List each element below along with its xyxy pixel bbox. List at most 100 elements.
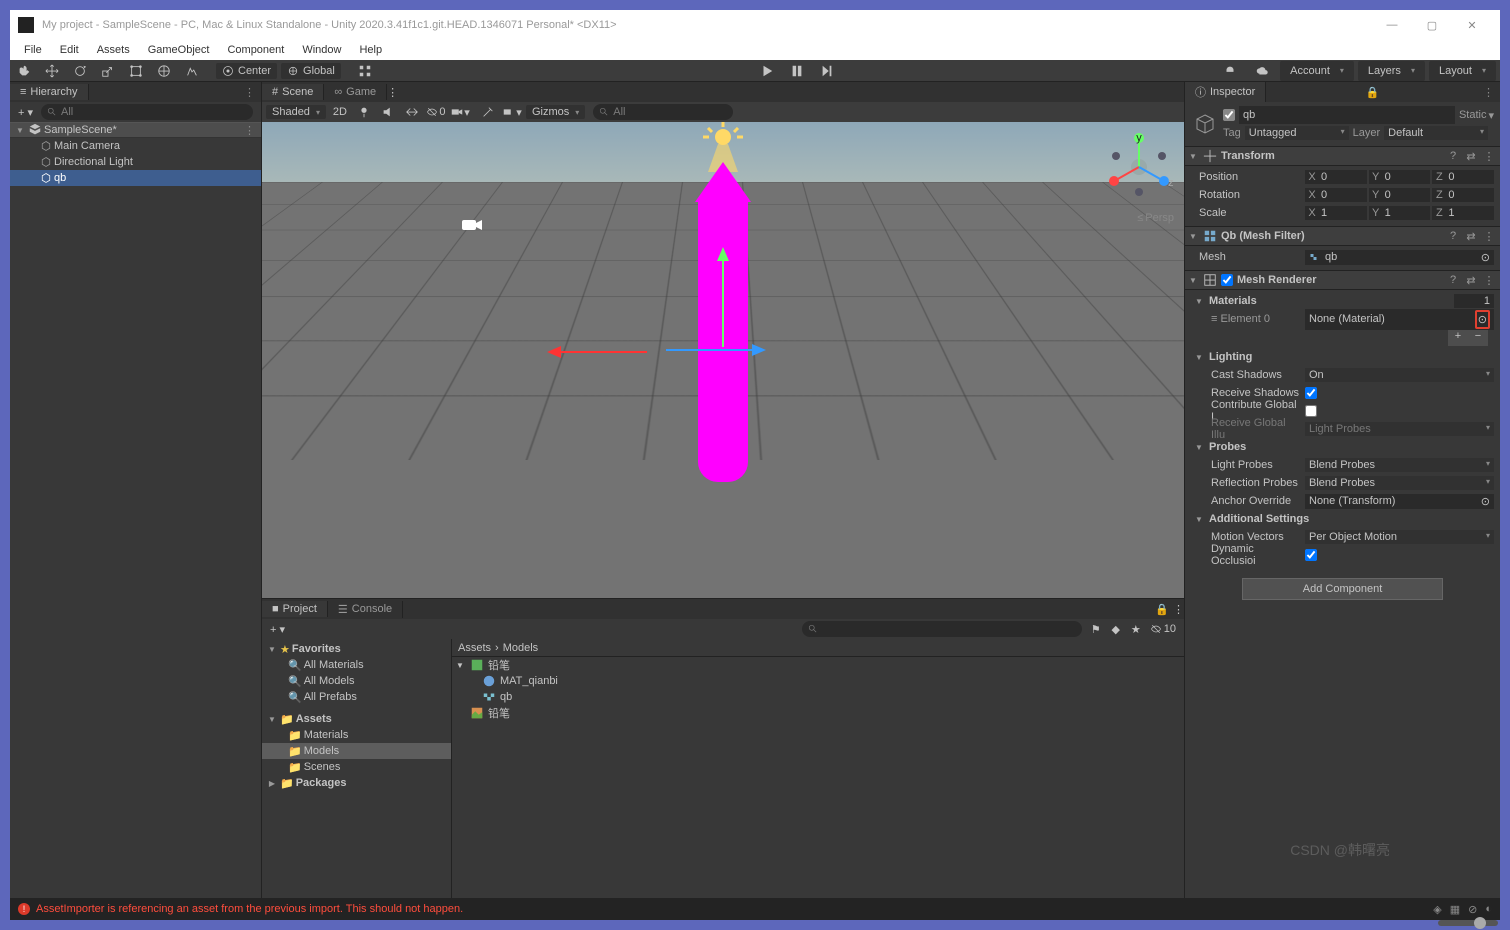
scale-x-field[interactable]: X1 [1305,206,1367,220]
tab-scene[interactable]: # Scene [262,84,324,100]
scene-search-input[interactable]: All [593,104,733,120]
transform-component-header[interactable]: ▼ Transform ? ⇄ ⋮ [1185,146,1500,166]
shading-mode-dropdown[interactable]: Shaded [266,105,326,119]
materials-remove-button[interactable]: − [1468,330,1488,346]
project-create-button[interactable]: + ▾ [266,623,289,636]
pivot-toggle[interactable]: Center [216,63,277,79]
light-probes-dropdown[interactable]: Blend Probes [1305,458,1494,472]
status-icon-2[interactable]: ▦ [1450,903,1460,916]
pause-button[interactable] [783,61,811,81]
scene-context-icon[interactable]: ⋮ [244,124,255,137]
rect-tool-icon[interactable] [122,61,150,81]
hierarchy-item-main-camera[interactable]: Main Camera [10,138,261,154]
tab-hierarchy[interactable]: ≡ Hierarchy [10,84,89,100]
materials-foldout[interactable]: ▼Materials 1 [1191,292,1494,310]
material-picker-icon[interactable]: ⊙ [1475,310,1490,329]
inspector-menu-icon[interactable]: ⋮ [1483,86,1494,99]
inspector-lock-icon[interactable]: 🔒 [1366,86,1380,99]
gameobject-name-field[interactable] [1239,106,1455,124]
hierarchy-item-qb[interactable]: qb [10,170,261,186]
project-search-input[interactable] [802,621,1082,637]
transform-tool-icon[interactable] [150,61,178,81]
menu-component[interactable]: Component [219,42,292,58]
position-y-field[interactable]: Y0 [1369,170,1431,184]
material-element0-field[interactable]: None (Material) ⊙ [1305,309,1494,330]
layers-dropdown[interactable]: Layers [1358,61,1425,81]
gameobject-cube-icon[interactable] [1191,110,1219,138]
hidden-packages-count[interactable]: 10 [1146,623,1180,635]
custom-tool-icon[interactable] [178,61,206,81]
scene-camera-icon[interactable]: ▾ [450,103,470,121]
preset-icon[interactable]: ⇄ [1464,230,1478,243]
anchor-override-field[interactable]: None (Transform)⊙ [1305,494,1494,509]
fav-all-models[interactable]: 🔍 All Models [262,673,451,689]
asset-qb-mesh[interactable]: qb [452,689,1184,705]
add-component-button[interactable]: Add Component [1242,578,1444,600]
dynamic-occlusion-checkbox[interactable] [1305,549,1317,561]
hierarchy-create-button[interactable]: + ▾ [14,106,37,119]
cloud-icon[interactable] [1248,61,1276,81]
account-dropdown[interactable]: Account [1280,61,1354,81]
menu-gameobject[interactable]: GameObject [140,42,218,58]
layout-dropdown[interactable]: Layout [1429,61,1496,81]
receive-shadows-checkbox[interactable] [1305,387,1317,399]
maximize-button[interactable]: ▢ [1412,19,1452,32]
move-gizmo-y-icon[interactable] [713,247,733,347]
move-gizmo-x-icon[interactable] [547,342,647,362]
tab-project[interactable]: ■ Project [262,601,328,617]
status-icon-1[interactable]: ◈ [1433,903,1441,916]
search-by-label-icon[interactable]: ◆ [1106,623,1126,636]
motion-vectors-dropdown[interactable]: Per Object Motion [1305,530,1494,544]
asset-mat-qianbi[interactable]: MAT_qianbi [452,673,1184,689]
tab-inspector[interactable]: ⓘ Inspector [1185,82,1266,102]
hidden-count[interactable]: 0 [426,103,446,121]
gizmos-dropdown[interactable]: Gizmos [526,105,585,119]
preset-icon[interactable]: ⇄ [1464,274,1478,287]
object-picker-icon[interactable]: ⊙ [1481,251,1490,264]
handle-rotation-toggle[interactable]: Global [281,63,341,79]
folder-materials[interactable]: 📁 Materials [262,727,451,743]
component-menu-icon[interactable]: ⋮ [1482,230,1496,243]
materials-add-button[interactable]: + [1448,330,1468,346]
hierarchy-search-input[interactable]: All [41,104,253,120]
2d-toggle[interactable]: 2D [330,103,350,121]
scene-tools-icon[interactable] [478,103,498,121]
position-x-field[interactable]: X0 [1305,170,1367,184]
menu-file[interactable]: File [16,42,50,58]
component-menu-icon[interactable]: ⋮ [1482,150,1496,163]
asset-pencil-model[interactable]: ▼铅笔 [452,657,1184,673]
probes-foldout[interactable]: ▼Probes [1191,438,1494,456]
mesh-object-field[interactable]: qb ⊙ [1305,250,1494,265]
scale-z-field[interactable]: Z1 [1432,206,1494,220]
layer-dropdown[interactable]: Default [1384,126,1488,140]
collab-icon[interactable] [1216,61,1244,81]
snap-toggle-icon[interactable] [351,61,379,81]
tab-console[interactable]: ☰ Console [328,601,403,618]
hierarchy-item-directional-light[interactable]: Directional Light [10,154,261,170]
favorites-header[interactable]: ▼★Favorites [262,641,451,657]
hierarchy-scene-row[interactable]: ▼ SampleScene* ⋮ [10,122,261,138]
static-dropdown[interactable]: Static ▾ [1459,109,1494,122]
folder-models[interactable]: 📁 Models [262,743,451,759]
fav-all-materials[interactable]: 🔍 All Materials [262,657,451,673]
projection-label[interactable]: Persp [1137,212,1174,224]
lighting-toggle-icon[interactable] [354,103,374,121]
preset-icon[interactable]: ⇄ [1464,150,1478,163]
scale-tool-icon[interactable] [94,61,122,81]
lighting-foldout[interactable]: ▼Lighting [1191,348,1494,366]
gameobject-active-checkbox[interactable] [1223,109,1235,121]
rotation-x-field[interactable]: X0 [1305,188,1367,202]
status-icon-4[interactable]: ◐ [1485,903,1492,916]
component-menu-icon[interactable]: ⋮ [1482,274,1496,287]
mesh-renderer-header[interactable]: ▼ Mesh Renderer ? ⇄ ⋮ [1185,270,1500,290]
tag-dropdown[interactable]: Untagged [1245,126,1349,140]
additional-settings-foldout[interactable]: ▼Additional Settings [1191,510,1494,528]
mesh-renderer-enabled-checkbox[interactable] [1221,274,1233,286]
menu-assets[interactable]: Assets [89,42,138,58]
help-icon[interactable]: ? [1446,150,1460,162]
audio-toggle-icon[interactable] [378,103,398,121]
materials-size-field[interactable]: 1 [1454,294,1494,308]
cast-shadows-dropdown[interactable]: On [1305,368,1494,382]
menu-window[interactable]: Window [294,42,349,58]
object-picker-icon[interactable]: ⊙ [1481,495,1490,508]
